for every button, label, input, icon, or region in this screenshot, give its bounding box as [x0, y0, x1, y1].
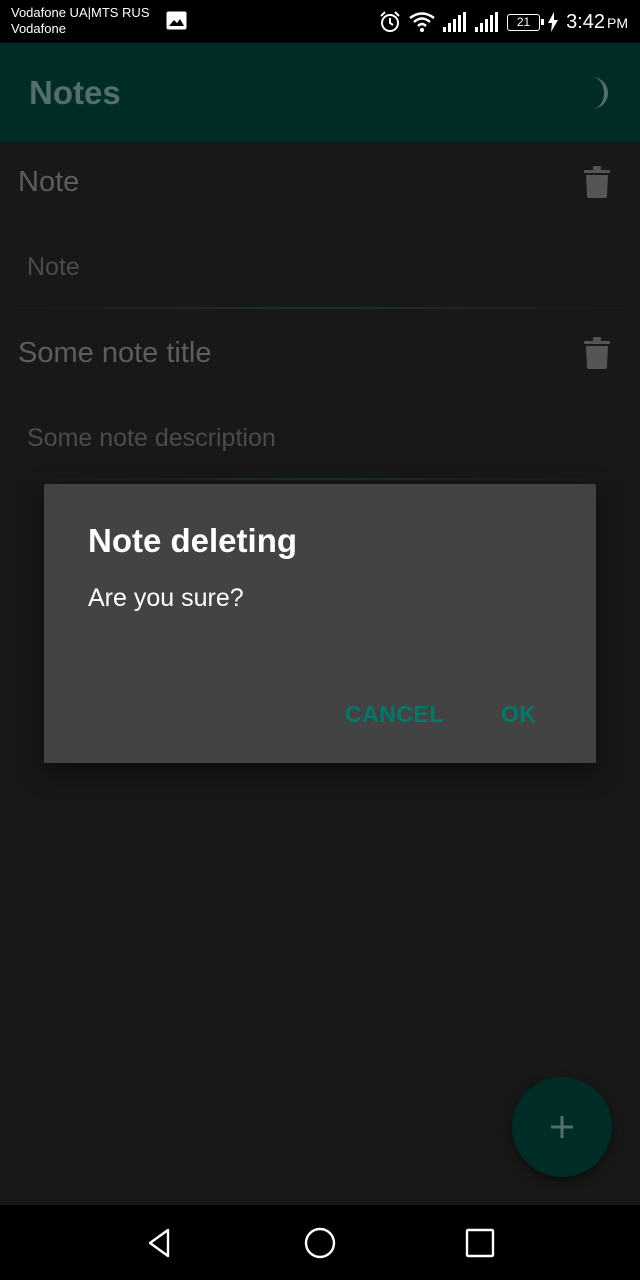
carrier-line2: Vodafone — [11, 21, 66, 36]
charging-icon — [548, 12, 559, 32]
ok-button[interactable]: OK — [501, 701, 537, 728]
wifi-icon — [409, 12, 435, 32]
carrier-info: Vodafone UA|MTS RUS Vodafone — [11, 5, 150, 37]
back-icon[interactable] — [142, 1225, 178, 1261]
clock-ampm: PM — [607, 14, 628, 31]
carrier-line1: Vodafone UA|MTS RUS — [11, 5, 150, 20]
clock-time: 3:42 — [566, 10, 605, 33]
dialog-title: Note deleting — [88, 522, 298, 559]
gallery-icon — [166, 11, 187, 30]
recents-icon[interactable] — [462, 1225, 498, 1261]
alarm-icon — [380, 11, 400, 32]
home-icon[interactable] — [302, 1225, 338, 1261]
cancel-button[interactable]: CANCEL — [345, 701, 444, 728]
signal-icon — [475, 12, 499, 32]
status-bar: Vodafone UA|MTS RUS Vodafone 21 3:42 PM — [0, 0, 640, 43]
navigation-bar — [0, 1205, 640, 1280]
battery-level: 21 — [516, 14, 531, 29]
battery-icon: 21 — [507, 13, 545, 31]
signal-icon — [443, 12, 467, 32]
clock: 3:42 PM — [566, 11, 628, 34]
status-icons: 21 3:42 PM — [379, 9, 628, 35]
dialog-message: Are you sure? — [88, 584, 244, 612]
delete-confirm-dialog: Note deleting Are you sure? CANCEL OK — [44, 484, 596, 763]
